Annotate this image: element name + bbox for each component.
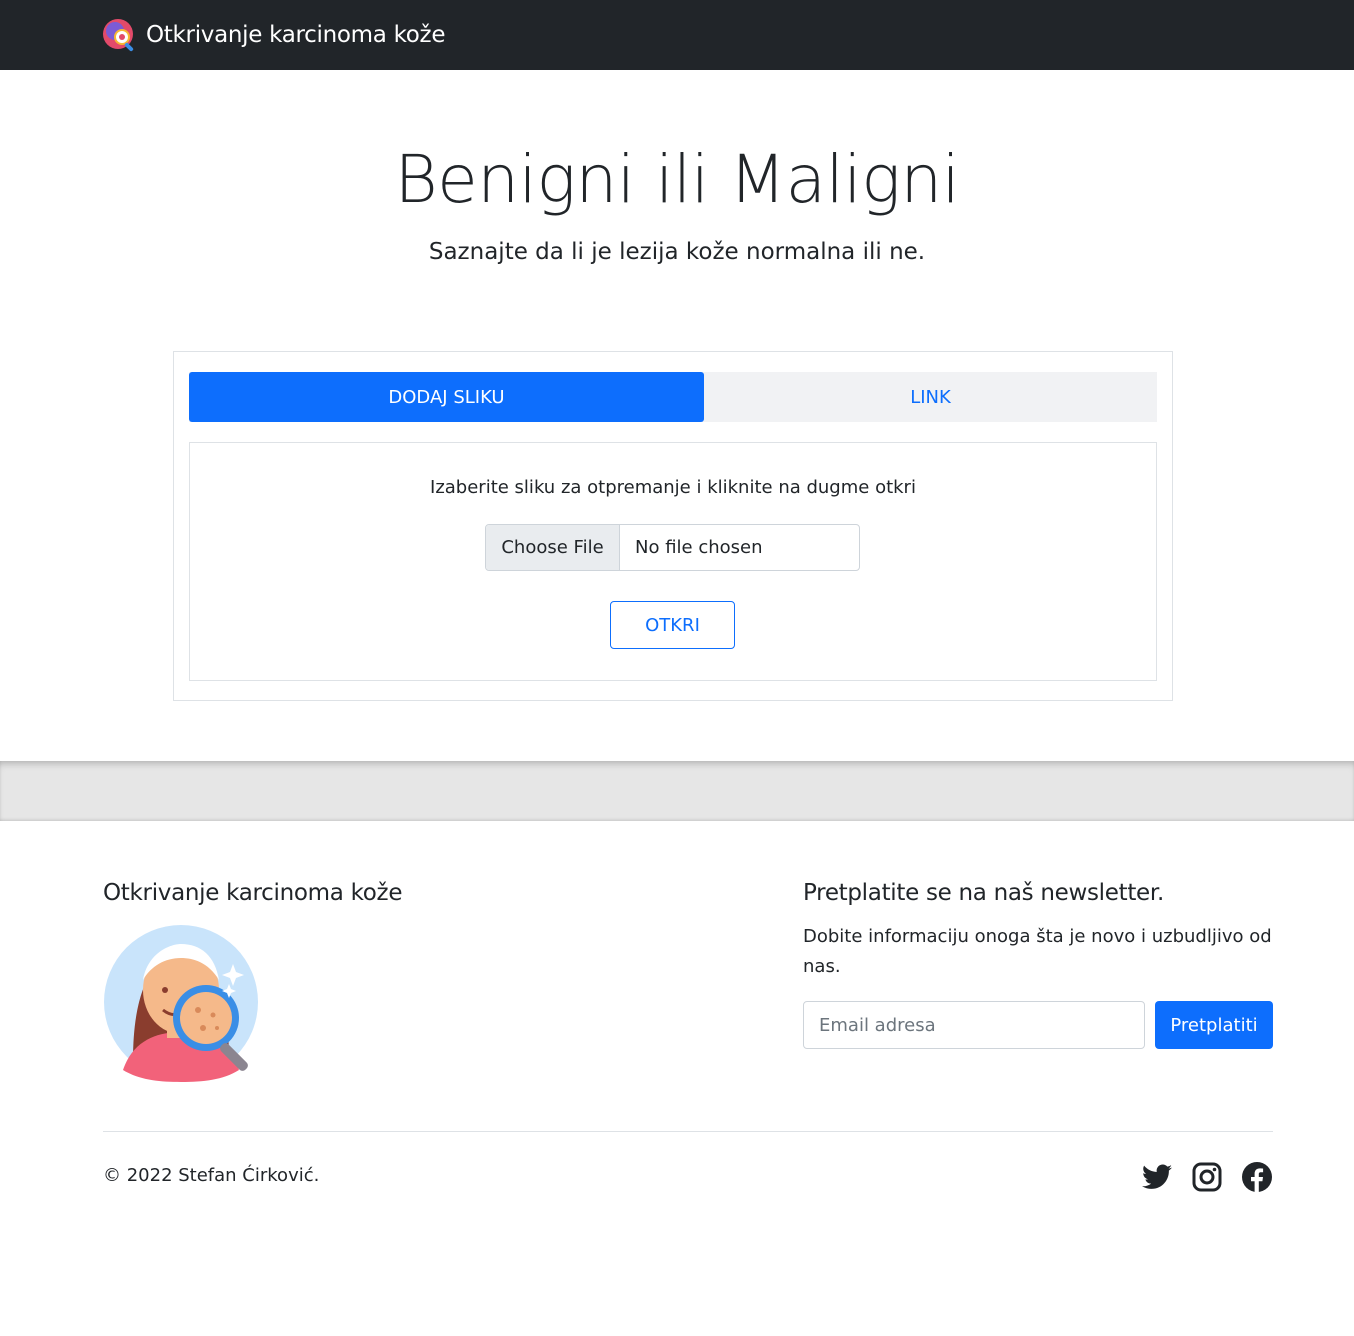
facebook-icon xyxy=(1242,1162,1272,1192)
instagram-icon xyxy=(1192,1162,1222,1192)
upload-instruction: Izaberite sliku za otpremanje i kliknite… xyxy=(430,477,916,498)
instagram-link[interactable] xyxy=(1191,1161,1223,1193)
detect-button[interactable]: OTKRI xyxy=(610,601,735,649)
footer-brand-title: Otkrivanje karcinoma kože xyxy=(103,880,403,906)
upload-pane: Izaberite sliku za otpremanje i kliknite… xyxy=(189,442,1157,681)
page-title: Benigni ili Maligni xyxy=(394,141,960,218)
navbar-brand[interactable]: Otkrivanje karcinoma kože xyxy=(102,16,445,54)
file-input[interactable]: Choose File No file chosen xyxy=(485,524,860,571)
page-subtitle: Saznajte da li je lezija kože normalna i… xyxy=(428,239,926,265)
newsletter-text: Dobite informaciju onoga šta je novo i u… xyxy=(803,926,1272,977)
social-links xyxy=(1141,1161,1273,1193)
skin-check-illustration-icon xyxy=(104,925,258,1082)
copyright-text: © 2022 Stefan Ćirković. xyxy=(103,1165,320,1186)
facebook-link[interactable] xyxy=(1241,1161,1273,1193)
footer-divider xyxy=(103,1131,1273,1132)
skin-magnifier-logo-icon xyxy=(103,19,134,52)
brand-title: Otkrivanje karcinoma kože xyxy=(146,22,446,48)
upload-tabs: DODAJ SLIKU LINK xyxy=(189,372,1157,422)
upload-card: DODAJ SLIKU LINK Izaberite sliku za otpr… xyxy=(173,351,1173,701)
choose-file-button[interactable]: Choose File xyxy=(486,525,620,570)
tab-link[interactable]: LINK xyxy=(704,372,1157,422)
subscribe-button[interactable]: Pretplatiti xyxy=(1155,1001,1273,1049)
twitter-link[interactable] xyxy=(1141,1161,1173,1193)
twitter-icon xyxy=(1142,1164,1172,1189)
file-status: No file chosen xyxy=(635,537,763,558)
newsletter-title: Pretplatite se na naš newsletter. xyxy=(803,880,1164,906)
navbar: Otkrivanje karcinoma kože xyxy=(0,0,1354,70)
email-input[interactable] xyxy=(803,1001,1145,1049)
tab-add-image[interactable]: DODAJ SLIKU xyxy=(189,372,704,422)
section-divider-band xyxy=(0,761,1354,821)
